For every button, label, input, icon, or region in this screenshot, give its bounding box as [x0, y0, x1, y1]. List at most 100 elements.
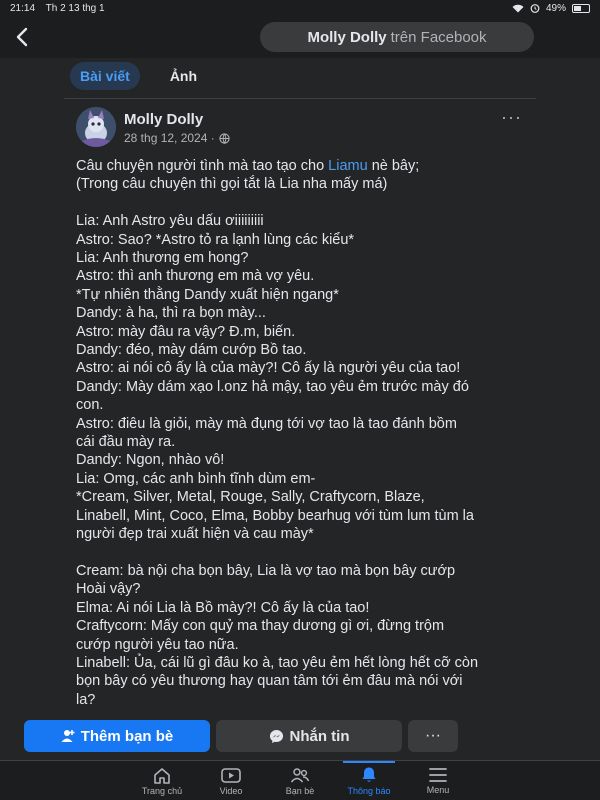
post-line: Linabell, Mint, Coco, Elma, Bobby bearhu…	[76, 507, 528, 525]
post-line: *Tự nhiên thằng Dandy xuất hiện ngang*	[76, 286, 528, 304]
post-text: Lia: Anh thương em hong?	[76, 250, 249, 267]
mention-link[interactable]: Liamu	[328, 158, 368, 174]
post-line: Dandy: à ha, thì ra bọn mày...	[76, 304, 528, 322]
post-text: nè bây;	[367, 158, 420, 174]
post-text: Linabell, Mint, Coco, Elma, Bobby bearhu…	[76, 507, 474, 524]
nav-menu-label: Menu	[426, 785, 450, 795]
post-more-button[interactable]: ···	[501, 107, 522, 128]
search-title-name: Molly Dolly	[307, 28, 387, 46]
nav-notifications[interactable]: Thông báo	[339, 761, 399, 800]
post-text: Câu chuyện người tình mà tao tạo cho	[76, 158, 329, 174]
post-text: bọn bây có yêu thương hay quan tâm tới ẻ…	[76, 673, 463, 690]
alarm-icon	[530, 4, 540, 13]
bell-icon	[362, 767, 376, 782]
post-line: Lia: Omg, các anh bình tĩnh dùm em-	[76, 470, 528, 488]
add-friend-label: Thêm bạn bè	[80, 727, 174, 745]
profile-content: Bài viết Ảnh Molly Dolly 28 thg 12, 2024…	[64, 58, 536, 760]
post-line: Dandy: đéo, mày dám cướp Bồ tao.	[76, 341, 528, 359]
post-text: (Trong câu chuyện thì gọi tắt là Lia nha…	[76, 176, 388, 193]
post-text: Astro: thì anh thương em mà vợ yêu.	[76, 268, 315, 285]
search-title-rest: trên Facebook	[390, 28, 487, 46]
post-line: Lia: Anh Astro yêu dấu ơiiiiiiiii	[76, 212, 528, 230]
post-line: Cream: bà nội cha bọn bây, Lia là vợ tao…	[76, 562, 528, 580]
add-friend-button[interactable]: Thêm bạn bè	[24, 720, 210, 752]
post-text: *Cream, Silver, Metal, Rouge, Sally, Cra…	[76, 489, 425, 506]
battery-icon	[572, 3, 590, 13]
post-line: bọn bây có yêu thương hay quan tâm tới ẻ…	[76, 672, 528, 690]
post-line: Câu chuyện người tình mà tao tạo cho Lia…	[76, 157, 528, 175]
post-text: Craftycorn: Mấy con quỷ ma thay dương gì…	[76, 618, 445, 635]
nav-home-label: Trang chủ	[141, 785, 183, 796]
post-line: cướp người yêu tao nữa.	[76, 636, 528, 654]
post-line: Linabell: Ủa, cái lũ gì đâu ko à, tao yê…	[76, 654, 528, 672]
post-line: Astro: điêu là giỏi, mày mà đụng tới vợ …	[76, 415, 528, 433]
post-text: Astro: điêu là giỏi, mày mà đụng tới vợ …	[76, 415, 457, 432]
tab-posts[interactable]: Bài viết	[70, 62, 140, 90]
nav-notifications-label: Thông báo	[347, 786, 391, 796]
post-text: Elma: Ai nói Lia là Bồ mày?! Cô ấy là củ…	[76, 599, 370, 616]
nav-friends-label: Bạn bè	[285, 785, 315, 796]
search-bar[interactable]: Molly Dolly trên Facebook	[260, 22, 534, 52]
tab-photos[interactable]: Ảnh	[160, 62, 207, 90]
globe-icon	[219, 132, 230, 144]
post-body: Câu chuyện người tình mà tao tạo cho Lia…	[76, 157, 528, 709]
back-button[interactable]	[8, 23, 36, 51]
post-date-text: 28 thg 12, 2024 ·	[124, 131, 215, 145]
nav-friends[interactable]: Bạn bè	[270, 761, 330, 800]
status-date: Th 2 13 thg 1	[45, 2, 105, 14]
post-line: người đẹp trai xuất hiện và cau mày*	[76, 525, 528, 543]
post-line: Astro: mày đâu ra vậy? Đ.m, biến.	[76, 323, 528, 341]
post-text: la?	[76, 691, 96, 708]
post-line: con.	[76, 396, 528, 414]
post-date: 28 thg 12, 2024 ·	[124, 131, 230, 145]
battery-percent: 49%	[545, 2, 566, 14]
status-time: 21:14	[10, 2, 36, 14]
post-line: Lia: Anh thương em hong?	[76, 249, 528, 267]
menu-icon	[429, 768, 447, 782]
post-line: cái đầu mày ra.	[76, 433, 528, 451]
nav-video[interactable]: Video	[201, 761, 261, 800]
chevron-left-icon	[16, 27, 28, 47]
post-card: Molly Dolly 28 thg 12, 2024 · ··· Câu ch…	[64, 98, 536, 760]
post-text: cái đầu mày ra.	[76, 434, 176, 451]
post-text: Dandy: Ngon, nhào vô!	[76, 452, 225, 469]
friends-icon	[290, 767, 310, 782]
bottom-nav: Trang chủ Video Bạn bè Thông báo Menu	[0, 760, 600, 800]
post-line: *Cream, Silver, Metal, Rouge, Sally, Cra…	[76, 488, 528, 506]
post-text: Dandy: đéo, mày dám cướp Bồ tao.	[76, 342, 307, 359]
post-text: Astro: Sao? *Astro tỏ ra lạnh lùng các k…	[76, 231, 355, 248]
post-line: Astro: thì anh thương em mà vợ yêu.	[76, 267, 528, 285]
post-text: Cream: bà nội cha bọn bây, Lia là vợ tao…	[76, 562, 456, 579]
post-text: người đẹp trai xuất hiện và cau mày*	[76, 526, 314, 543]
post-text: Linabell: Ủa, cái lũ gì đâu ko à, tao yê…	[76, 654, 479, 671]
post-text: Dandy: à ha, thì ra bọn mày...	[76, 305, 266, 322]
post-text: Astro: mày đâu ra vậy? Đ.m, biến.	[76, 323, 296, 340]
video-icon	[221, 767, 241, 783]
nav-menu[interactable]: Menu	[408, 761, 468, 800]
post-text: Dandy: Mày dám xạo l.onz hả mậy, tao yêu…	[76, 378, 469, 395]
post-text: cướp người yêu tao nữa.	[76, 636, 239, 653]
post-author[interactable]: Molly Dolly	[124, 111, 203, 128]
post-line: Hoài vậy?	[76, 580, 528, 598]
wifi-icon	[512, 4, 524, 12]
post-text: Lia: Omg, các anh bình tĩnh dùm em-	[76, 470, 316, 487]
more-actions-button[interactable]: ···	[408, 720, 458, 752]
post-line: Astro: Sao? *Astro tỏ ra lạnh lùng các k…	[76, 231, 528, 249]
post-text: con.	[76, 397, 104, 414]
post-text: Astro: ai nói cô ấy là của mày?! Cô ấy l…	[76, 360, 461, 377]
post-text: *Tự nhiên thằng Dandy xuất hiện ngang*	[76, 286, 339, 303]
home-icon	[154, 767, 170, 784]
post-line: (Trong câu chuyện thì gọi tắt là Lia nha…	[76, 175, 528, 193]
post-line: Elma: Ai nói Lia là Bồ mày?! Cô ấy là củ…	[76, 599, 528, 617]
post-text: Lia: Anh Astro yêu dấu ơiiiiiiiii	[76, 213, 264, 230]
post-line: Astro: ai nói cô ấy là của mày?! Cô ấy l…	[76, 359, 528, 377]
avatar[interactable]	[76, 107, 116, 147]
post-text: Hoài vậy?	[76, 581, 141, 598]
nav-home[interactable]: Trang chủ	[132, 761, 192, 800]
post-line: Dandy: Mày dám xạo l.onz hả mậy, tao yêu…	[76, 378, 528, 396]
post-line: Dandy: Ngon, nhào vô!	[76, 451, 528, 469]
top-bar: Molly Dolly trên Facebook	[0, 16, 600, 58]
message-button[interactable]: Nhắn tin	[216, 720, 402, 752]
profile-actions: Thêm bạn bè Nhắn tin ···	[24, 720, 464, 752]
